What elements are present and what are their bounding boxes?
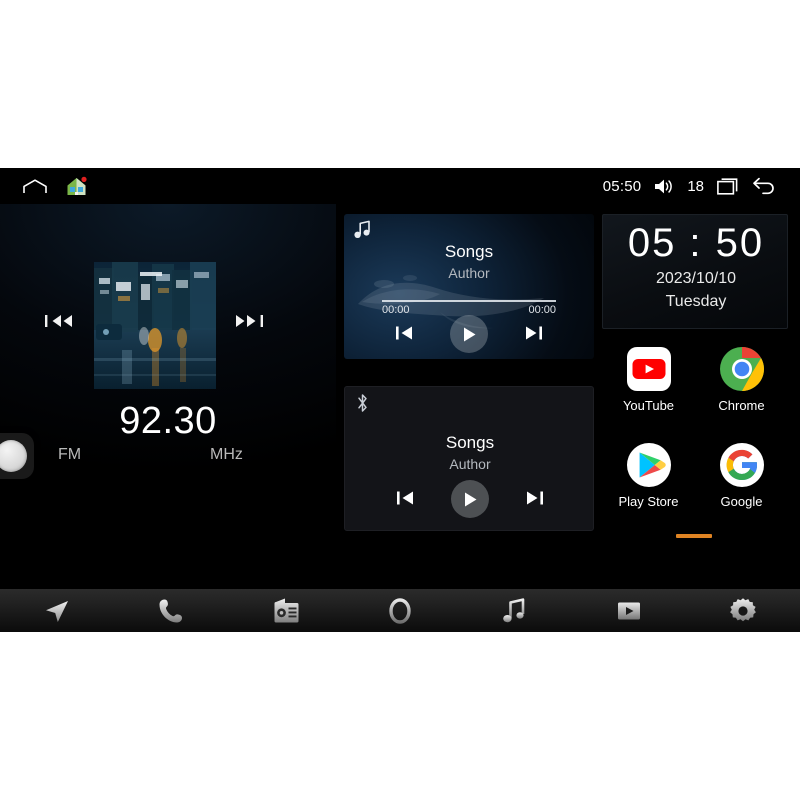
dock-item-settings[interactable] [686,589,800,632]
bt-play-button[interactable] [451,480,489,518]
bt-previous-button[interactable] [395,488,417,508]
bluetooth-music-widget[interactable]: Songs Author [344,386,594,531]
clock-widget[interactable]: 05 : 50 2023/10/10 Tuesday [602,214,788,329]
app-label: Chrome [718,398,765,413]
status-clock: 05:50 [602,177,642,195]
radio-widget[interactable]: 92.30 FM MHz [0,204,336,588]
recent-apps-icon[interactable] [717,177,739,195]
dock-item-navigation[interactable] [0,589,114,632]
rotary-knob[interactable] [0,433,34,479]
home-screen-content: 92.30 FM MHz Songs Author 00:00 00:00 So… [0,204,800,588]
media-controls [344,315,594,353]
bt-next-button[interactable] [523,488,545,508]
dock-item-apps[interactable] [343,589,457,632]
radio-seek-down-button[interactable] [44,311,76,331]
bt-media-controls [345,480,593,518]
rotary-knob-inner [0,440,27,472]
volume-level: 18 [687,177,704,195]
radio-unit-label: MHz [210,446,243,463]
house-app-icon[interactable] [66,176,87,196]
radio-frequency: 92.30 [119,400,217,442]
music-player-widget[interactable]: Songs Author 00:00 00:00 [344,214,594,359]
bluetooth-icon [355,393,370,413]
app-shortcut-play-store[interactable]: Play Store [602,436,695,530]
app-label: YouTube [622,398,675,413]
app-shortcut-youtube[interactable]: YouTube [602,340,695,434]
app-shortcut-chrome[interactable]: Chrome [695,340,788,434]
gear-icon [728,596,758,626]
media-progress-bar[interactable] [382,300,556,302]
dock-item-music[interactable] [457,589,571,632]
clock-time: 05 : 50 [627,221,765,265]
page-indicator[interactable] [676,534,712,538]
speaker-volume-icon[interactable] [654,178,674,195]
bottom-dock [0,588,800,632]
back-arrow-icon[interactable] [752,177,776,195]
status-bar: 05:50 18 [0,168,800,204]
app-label: Play Store [618,494,679,509]
phone-icon [156,596,186,626]
music-note-icon [354,220,371,239]
app-shortcut-grid: YouTube Chrome Play Store Google [602,340,788,530]
app-shortcut-google[interactable]: Google [695,436,788,530]
radio-band-label: FM [58,446,82,463]
status-bar-right: 05:50 18 [603,177,800,195]
dock-item-phone[interactable] [114,589,228,632]
clock-date: 2023/10/10 [655,270,737,287]
chrome-icon [719,346,765,392]
radio-seek-up-button[interactable] [232,311,264,331]
media-next-button[interactable] [522,323,544,343]
head-unit-screen: 05:50 18 92.30 FM MHz Songs Author 00:00… [0,168,800,632]
home-outline-icon[interactable] [22,178,48,194]
navigation-arrow-icon [42,596,72,626]
dock-item-video[interactable] [571,589,685,632]
play-store-icon [626,442,672,488]
video-play-icon [614,596,644,626]
circle-apps-icon [385,596,415,626]
media-play-button[interactable] [450,315,488,353]
dock-item-radio[interactable] [229,589,343,632]
bt-media-title: Songs [445,433,495,452]
google-icon [719,442,765,488]
youtube-icon [626,346,672,392]
media-title: Songs [444,242,494,261]
status-bar-left [0,176,87,196]
music-note-icon [499,596,529,626]
radio-album-art [94,262,216,389]
bt-media-artist: Author [449,456,491,472]
clock-weekday: Tuesday [665,293,727,310]
media-artist: Author [448,265,490,281]
app-label: Google [720,494,763,509]
radio-icon [271,596,301,626]
media-previous-button[interactable] [394,323,416,343]
